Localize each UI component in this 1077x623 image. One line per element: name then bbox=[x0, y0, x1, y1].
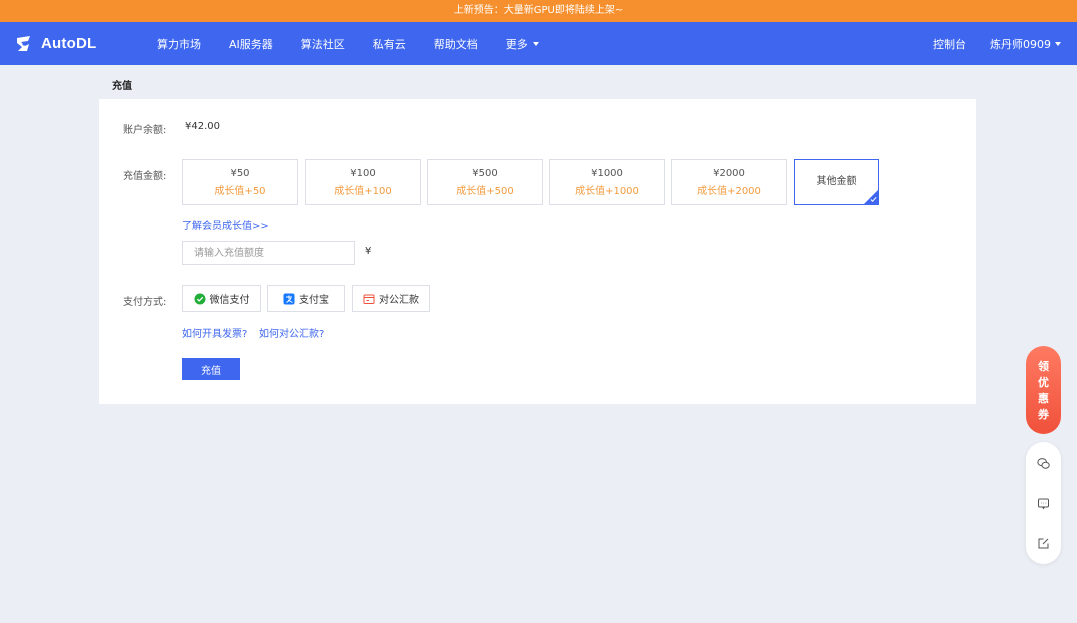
message-icon[interactable] bbox=[1037, 497, 1050, 510]
recharge-card: 账户余额: ¥42.00 充值金额: ¥50 成长值+50 ¥100 成长值+1… bbox=[99, 99, 976, 404]
wechat-pay-icon bbox=[194, 293, 205, 304]
pay-method-label: 对公汇款 bbox=[379, 295, 419, 306]
brand-logo[interactable]: AutoDL bbox=[14, 22, 96, 65]
balance-value: ¥42.00 bbox=[185, 121, 220, 132]
amount-option-50[interactable]: ¥50 成长值+50 bbox=[182, 159, 298, 205]
nav-menu: 算力市场 AI服务器 算法社区 私有云 帮助文档 更多 bbox=[157, 22, 567, 65]
top-navbar: AutoDL 算力市场 AI服务器 算法社区 私有云 帮助文档 更多 控制台 炼… bbox=[0, 22, 1077, 65]
floating-tools-panel bbox=[1026, 442, 1061, 564]
autodl-logo-icon bbox=[17, 35, 30, 51]
coupon-char: 惠 bbox=[1038, 392, 1049, 405]
amount-growth: 成长值+2000 bbox=[697, 186, 761, 197]
wechat-contact-icon[interactable] bbox=[1037, 457, 1050, 470]
amount-price: ¥50 bbox=[230, 168, 250, 179]
chevron-down-icon bbox=[532, 41, 539, 46]
pay-method-label: 微信支付 bbox=[209, 295, 250, 306]
console-link[interactable]: 控制台 bbox=[933, 36, 966, 52]
coupon-float-button[interactable]: 领 优 惠 券 bbox=[1026, 346, 1061, 434]
amount-growth: 成长值+50 bbox=[214, 186, 266, 197]
pay-alipay-button[interactable]: 支付宝 bbox=[267, 285, 345, 312]
username: 炼丹师0909 bbox=[990, 37, 1051, 51]
coupon-char: 优 bbox=[1038, 376, 1049, 389]
balance-label: 账户余额: bbox=[123, 125, 167, 136]
recharge-submit-button[interactable]: 充值 bbox=[182, 358, 240, 380]
coupon-text: 领 优 惠 券 bbox=[1026, 359, 1061, 423]
amount-growth: 成长值+100 bbox=[334, 186, 392, 197]
check-icon bbox=[870, 196, 877, 203]
pay-bank-transfer-button[interactable]: 对公汇款 bbox=[352, 285, 430, 312]
amount-option-other[interactable]: 其他金额 bbox=[794, 159, 879, 205]
announcement-text: 上新预告：大量新GPU即将陆续上架~ bbox=[453, 5, 624, 16]
amount-price: ¥2000 bbox=[713, 168, 745, 179]
chevron-down-icon bbox=[1055, 41, 1061, 46]
amount-option-500[interactable]: ¥500 成长值+500 bbox=[427, 159, 543, 205]
growth-info-link[interactable]: 了解会员成长值>> bbox=[182, 217, 269, 232]
coupon-char: 领 bbox=[1038, 360, 1049, 373]
page-title: 充值 bbox=[112, 81, 132, 92]
currency-symbol: ¥ bbox=[365, 246, 372, 257]
brand-name: AutoDL bbox=[41, 35, 97, 52]
nav-item-algorithm-community[interactable]: 算法社区 bbox=[301, 36, 345, 52]
nav-item-help-docs[interactable]: 帮助文档 bbox=[434, 36, 478, 52]
payment-method-label: 支付方式: bbox=[123, 297, 167, 308]
amount-price: ¥1000 bbox=[591, 168, 623, 179]
amount-growth: 成长值+500 bbox=[456, 186, 514, 197]
amount-price: ¥500 bbox=[472, 168, 498, 179]
nav-item-private-cloud[interactable]: 私有云 bbox=[373, 36, 406, 52]
nav-right: 控制台 炼丹师0909 bbox=[933, 22, 1061, 65]
amount-option-2000[interactable]: ¥2000 成长值+2000 bbox=[671, 159, 787, 205]
nav-item-compute-market[interactable]: 算力市场 bbox=[157, 36, 201, 52]
amount-growth: 成长值+1000 bbox=[575, 186, 639, 197]
amount-price: ¥100 bbox=[350, 168, 376, 179]
nav-item-more[interactable]: 更多 bbox=[506, 36, 539, 52]
feedback-edit-icon[interactable] bbox=[1037, 537, 1050, 550]
nav-item-more-label: 更多 bbox=[505, 37, 528, 51]
alipay-icon bbox=[283, 293, 295, 304]
bank-transfer-help-link[interactable]: 如何对公汇款? bbox=[259, 325, 324, 340]
pay-wechat-button[interactable]: 微信支付 bbox=[182, 285, 261, 312]
recharge-amount-input[interactable] bbox=[182, 241, 355, 265]
pay-method-label: 支付宝 bbox=[299, 295, 329, 306]
bank-transfer-icon bbox=[363, 294, 375, 304]
user-menu[interactable]: 炼丹师0909 bbox=[990, 36, 1061, 52]
amount-option-100[interactable]: ¥100 成长值+100 bbox=[305, 159, 421, 205]
invoice-help-link[interactable]: 如何开具发票? bbox=[182, 325, 247, 340]
nav-item-ai-server[interactable]: AI服务器 bbox=[229, 36, 273, 52]
amount-option-1000[interactable]: ¥1000 成长值+1000 bbox=[549, 159, 665, 205]
announcement-banner: 上新预告：大量新GPU即将陆续上架~ bbox=[0, 0, 1077, 22]
coupon-char: 券 bbox=[1038, 408, 1049, 421]
recharge-amount-label: 充值金额: bbox=[123, 171, 167, 182]
